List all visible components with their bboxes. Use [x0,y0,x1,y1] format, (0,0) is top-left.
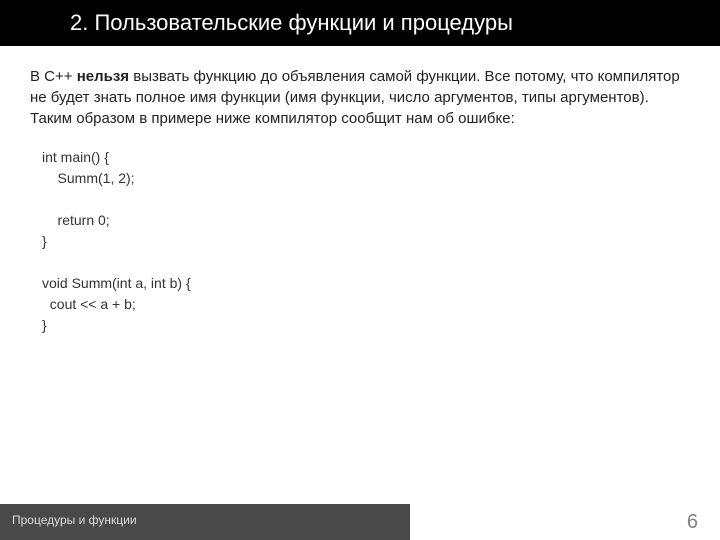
code-line: void Summ(int a, int b) { [42,273,690,294]
footer: Процедуры и функции 6 [0,504,720,540]
slide-title: 2. Пользовательские функции и процедуры [70,10,513,35]
code-line [42,189,690,210]
code-line: Summ(1, 2); [42,168,690,189]
code-line: cout << a + b; [42,294,690,315]
code-block: int main() { Summ(1, 2); return 0; } voi… [30,147,690,336]
code-line [42,252,690,273]
footer-label: Процедуры и функции [12,513,137,527]
para-prefix: В C++ [30,68,77,85]
code-line: } [42,315,690,336]
description-paragraph: В C++ нельзя вызвать функцию до объявлен… [30,66,690,129]
slide-content: В C++ нельзя вызвать функцию до объявлен… [0,46,720,336]
code-line: } [42,231,690,252]
page-number: 6 [687,511,698,534]
para-bold: нельзя [77,68,129,85]
code-line: return 0; [42,210,690,231]
slide-title-bar: 2. Пользовательские функции и процедуры [0,0,720,46]
footer-label-box: Процедуры и функции [0,504,410,540]
code-line: int main() { [42,147,690,168]
